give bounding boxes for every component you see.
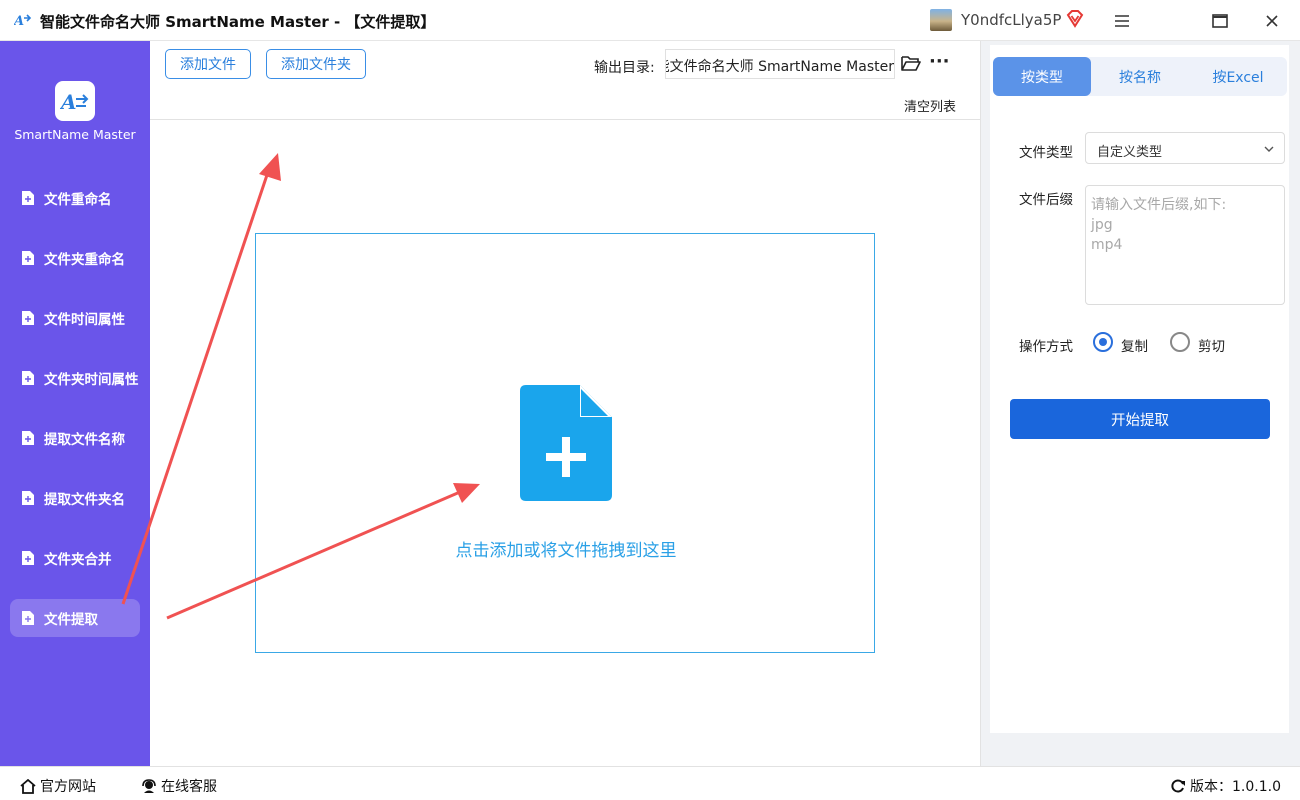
sidebar-item-label: 文件夹重命名 — [44, 252, 125, 268]
svg-text:A: A — [60, 90, 77, 114]
document-icon — [22, 551, 34, 565]
operation-label: 操作方式 — [1019, 339, 1073, 355]
copy-radio-label[interactable]: 复制 — [1121, 335, 1148, 355]
chevron-down-icon — [1264, 146, 1274, 152]
website-link[interactable]: 官方网站 — [20, 776, 96, 796]
sidebar-item-label: 文件时间属性 — [44, 312, 125, 328]
add-file-button[interactable]: 添加文件 — [165, 49, 251, 79]
sidebar-item-folder-merge[interactable]: 文件夹合并 — [10, 539, 140, 577]
sidebar-item-folder-time[interactable]: 文件夹时间属性 — [10, 359, 140, 397]
extract-mode-tabs: 按类型 按名称 按Excel — [993, 57, 1287, 96]
tab-by-type[interactable]: 按类型 — [993, 57, 1091, 96]
document-icon — [22, 491, 34, 505]
document-icon — [22, 251, 34, 265]
suffix-label: 文件后缀 — [1019, 192, 1073, 208]
cut-radio[interactable] — [1170, 332, 1190, 352]
more-options-icon[interactable]: ··· — [929, 53, 950, 71]
username[interactable]: Y0ndfcLlya5P — [961, 11, 1061, 29]
clear-list-button[interactable]: 清空列表 — [904, 96, 956, 115]
sidebar-item-label: 提取文件夹名 — [44, 492, 125, 508]
document-icon — [22, 431, 34, 445]
start-extract-button[interactable]: 开始提取 — [1010, 399, 1270, 439]
file-type-select[interactable]: 自定义类型 — [1085, 132, 1285, 164]
toolbar-divider — [150, 119, 980, 120]
file-drop-zone[interactable]: 点击添加或将文件拖拽到这里 — [255, 233, 875, 653]
maximize-button[interactable] — [1197, 6, 1243, 36]
sidebar-item-file-extract[interactable]: 文件提取 — [10, 599, 140, 637]
output-dir-value: 能文件命名大师 SmartName Master — [665, 59, 894, 75]
file-type-value: 自定义类型 — [1097, 145, 1163, 160]
sidebar-item-extract-foldernames[interactable]: 提取文件夹名 — [10, 479, 140, 517]
sidebar-item-label: 文件提取 — [44, 612, 98, 628]
user-avatar[interactable] — [930, 9, 952, 31]
support-link[interactable]: 在线客服 — [141, 776, 217, 796]
sidebar-item-label: 文件夹时间属性 — [44, 372, 139, 388]
app-logo-icon: A — [14, 14, 32, 29]
output-dir-field[interactable]: 能文件命名大师 SmartName Master — [665, 49, 895, 79]
app-logo: A — [55, 81, 95, 121]
sidebar-item-label: 提取文件名称 — [44, 432, 125, 448]
customer-service-icon — [142, 778, 156, 793]
close-button[interactable] — [1249, 6, 1295, 36]
version-label: 版本：1.0.1.0 — [1190, 779, 1281, 795]
hamburger-menu-icon — [1115, 15, 1129, 27]
brand-name: SmartName Master — [14, 127, 136, 142]
sidebar-item-folder-rename[interactable]: 文件夹重命名 — [10, 239, 140, 277]
sidebar-item-extract-filenames[interactable]: 提取文件名称 — [10, 419, 140, 457]
app-logo-icon: A — [60, 90, 89, 114]
menu-button[interactable] — [1099, 6, 1145, 36]
status-bar: 官方网站 在线客服 版本：1.0.1.0 — [0, 766, 1300, 800]
sidebar-item-file-rename[interactable]: 文件重命名 — [10, 179, 140, 217]
document-icon — [22, 371, 34, 385]
file-type-label: 文件类型 — [1019, 145, 1073, 161]
copy-radio[interactable] — [1093, 332, 1113, 352]
add-file-icon — [520, 385, 612, 501]
support-label: 在线客服 — [161, 779, 217, 795]
title-bar: A 智能文件命名大师 SmartName Master - 【文件提取】 Y0n… — [0, 0, 1300, 41]
home-icon — [20, 778, 36, 794]
suffix-input[interactable]: 请输入文件后缀,如下: jpg mp4 — [1085, 185, 1285, 305]
sidebar-item-label: 文件夹合并 — [44, 552, 112, 568]
drop-zone-hint: 点击添加或将文件拖拽到这里 — [455, 541, 677, 561]
cut-radio-label[interactable]: 剪切 — [1198, 335, 1225, 355]
document-icon — [22, 611, 34, 625]
refresh-icon — [1171, 779, 1185, 793]
website-label: 官方网站 — [40, 779, 96, 795]
output-dir-label: 输出目录: — [594, 60, 655, 76]
sidebar-item-file-time[interactable]: 文件时间属性 — [10, 299, 140, 337]
maximize-icon — [1212, 14, 1228, 28]
add-folder-button[interactable]: 添加文件夹 — [266, 49, 366, 79]
open-folder-icon[interactable] — [901, 54, 921, 72]
svg-text:A: A — [14, 14, 24, 29]
sidebar: A SmartName Master — [0, 41, 150, 766]
window-title: 智能文件命名大师 SmartName Master - 【文件提取】 — [40, 13, 436, 31]
version-info[interactable]: 版本：1.0.1.0 — [1170, 776, 1281, 796]
vip-diamond-icon[interactable] — [1065, 9, 1085, 29]
tab-by-excel[interactable]: 按Excel — [1189, 57, 1287, 96]
tab-by-name[interactable]: 按名称 — [1091, 57, 1189, 96]
close-icon — [1266, 15, 1278, 27]
document-icon — [22, 311, 34, 325]
sidebar-item-label: 文件重命名 — [44, 192, 112, 208]
document-icon — [22, 191, 34, 205]
